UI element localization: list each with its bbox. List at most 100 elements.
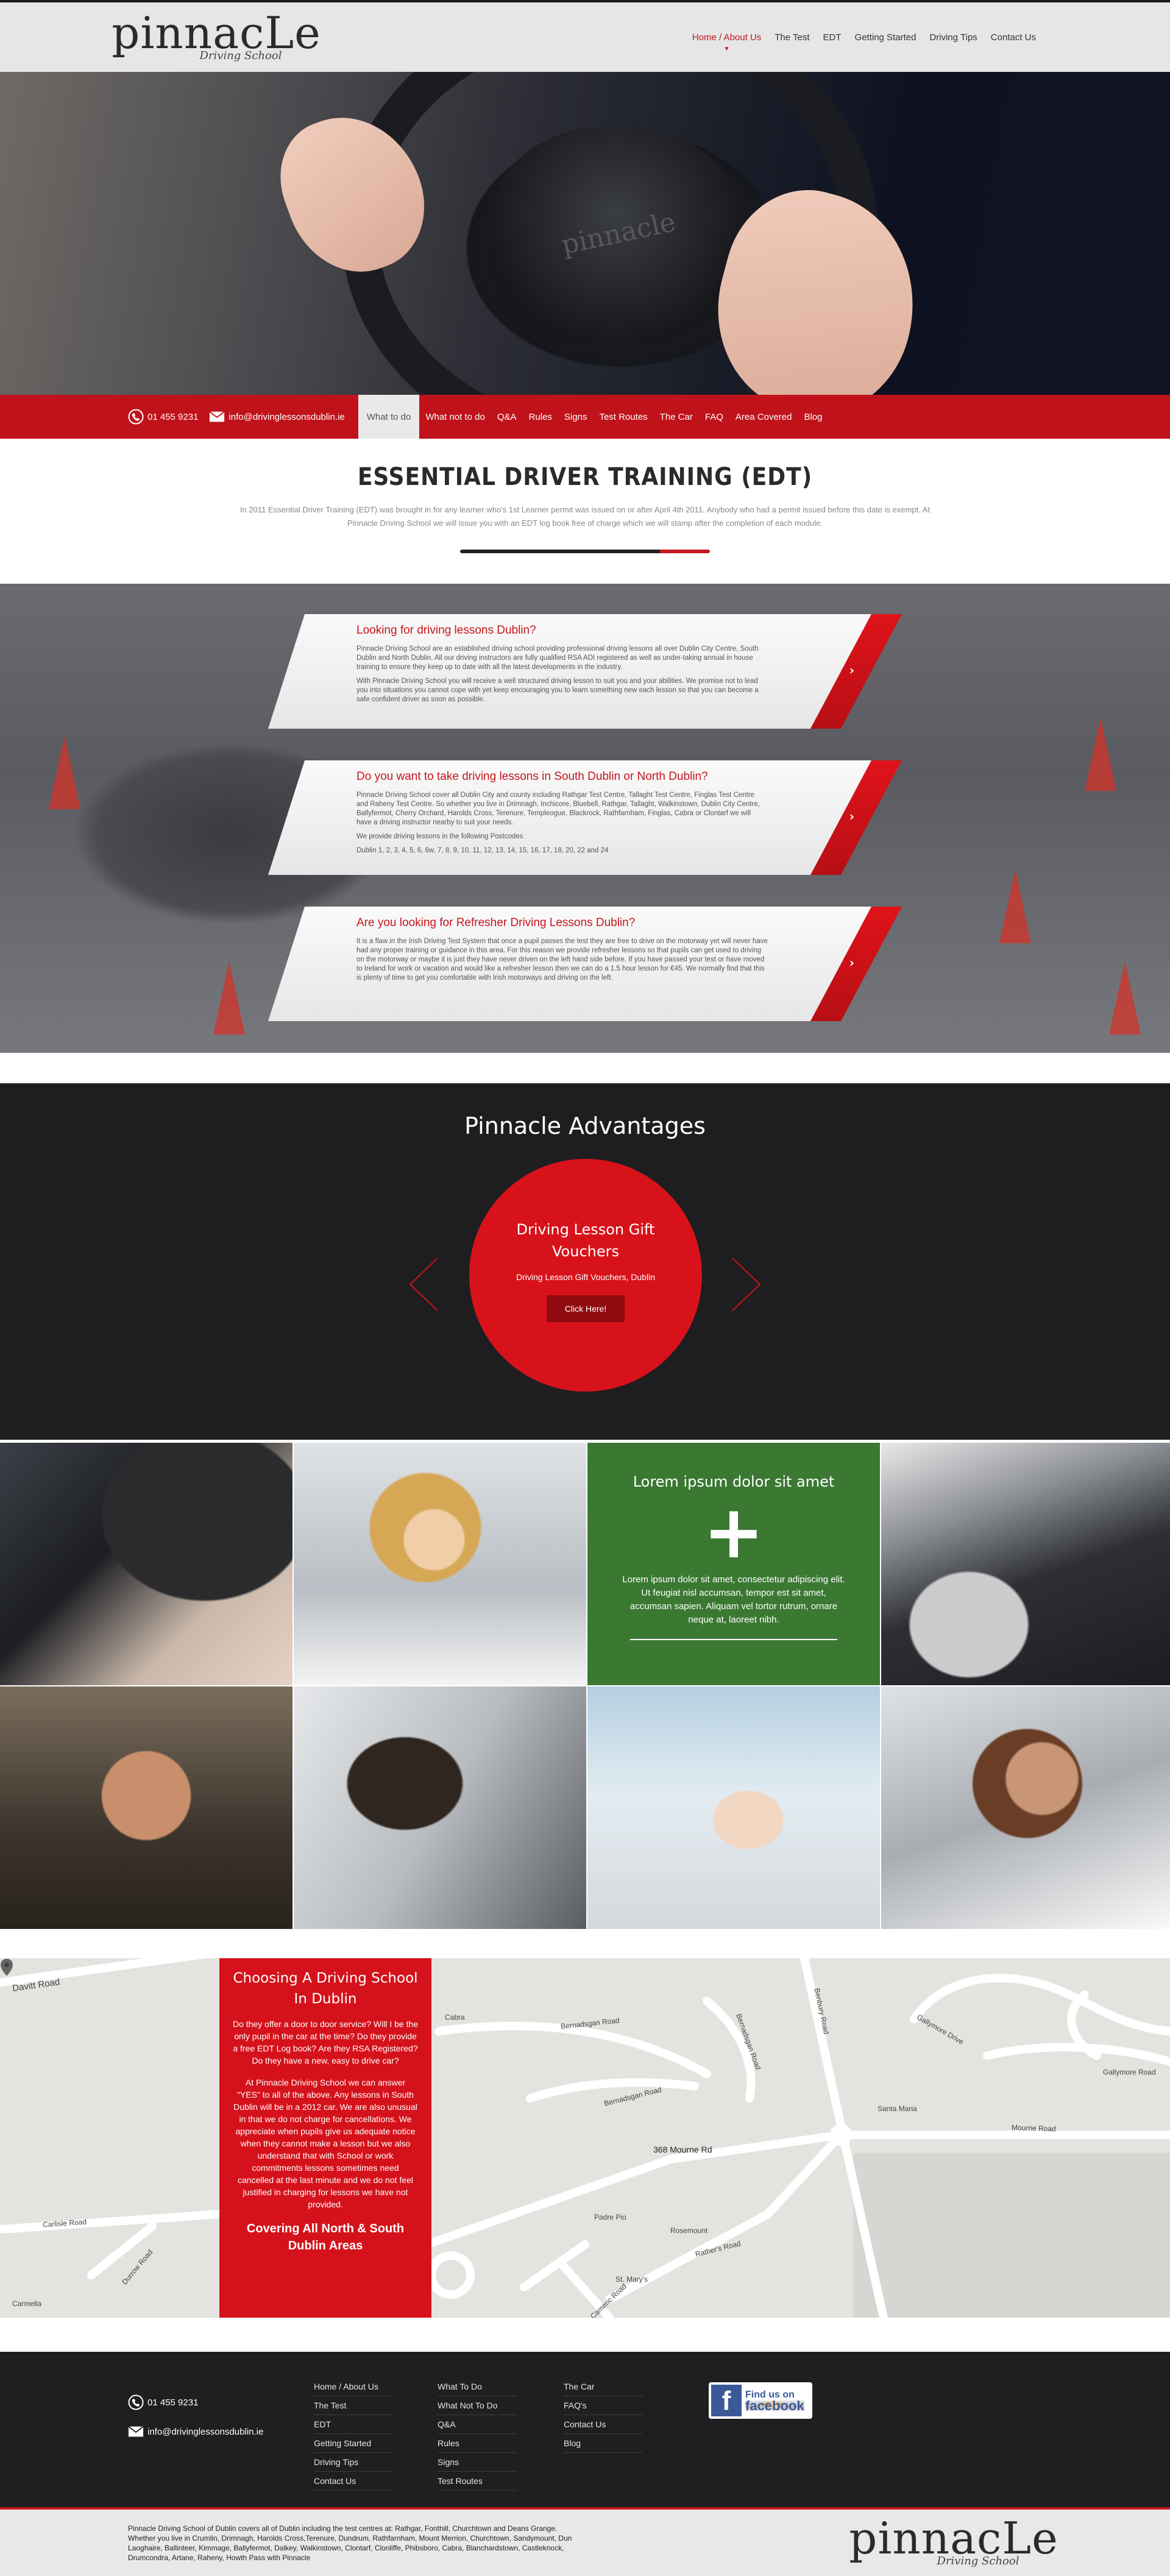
coverage-text: Pinnacle Driving School of Dublin covers…	[128, 2524, 572, 2562]
logo[interactable]: pinnacLe Driving School	[112, 11, 321, 62]
chevron-right-icon[interactable]	[731, 1257, 762, 1312]
nav-getting-started[interactable]: Getting Started	[855, 32, 916, 43]
subnav-rules[interactable]: Rules	[523, 395, 558, 439]
phone-icon	[128, 409, 144, 425]
footer-link[interactable]: What To Do	[438, 2377, 517, 2396]
edt-section: Essential Driver Training (EDT) In 2011 …	[0, 439, 1170, 584]
logo-wordmark: pinnacLe	[112, 7, 321, 58]
cone-image	[49, 736, 80, 809]
subnav-area-covered[interactable]: Area Covered	[729, 395, 798, 439]
subnav-the-car[interactable]: The Car	[654, 395, 699, 439]
map-label: Carmella	[12, 2299, 42, 2308]
gallery-photo[interactable]	[881, 1443, 1170, 1685]
advantages-section: Pinnacle Advantages Driving Lesson Gift …	[0, 1083, 1170, 1440]
gallery-photo[interactable]	[294, 1686, 586, 1929]
envelope-icon	[128, 2424, 144, 2440]
gallery-photo[interactable]	[294, 1443, 586, 1685]
gallery-photo[interactable]	[0, 1686, 292, 1929]
footer-email-address: info@drivinglessonsdublin.ie	[147, 2426, 264, 2437]
footer-link[interactable]: Q&A	[438, 2415, 517, 2434]
steering-wheel-hub: pinnacle	[488, 127, 743, 346]
click-here-button[interactable]: Click Here!	[546, 1295, 625, 1322]
logo-wordmark: pinnacLe	[849, 2513, 1058, 2564]
subnav-faq[interactable]: FAQ	[699, 395, 729, 439]
lesson-panel: Are you looking for Refresher Driving Le…	[268, 907, 902, 1021]
footer-link[interactable]: What Not To Do	[438, 2396, 517, 2415]
chevron-right-icon[interactable]: ›	[849, 809, 854, 824]
chevron-right-icon[interactable]: ›	[849, 663, 854, 678]
lesson-text: Pinnacle Driving School cover all Dublin…	[356, 791, 760, 826]
footer-link[interactable]: Blog	[564, 2434, 643, 2453]
plus-icon[interactable]: +	[621, 1496, 846, 1569]
footer-link[interactable]: FAQ's	[564, 2396, 643, 2415]
phone-number: 01 455 9231	[147, 411, 199, 422]
choosing-school-box: Choosing A Driving School In Dublin Do t…	[219, 1958, 431, 2318]
wheel-brand-text: pinnacle	[558, 206, 679, 261]
title-divider	[460, 550, 710, 553]
facebook-line-2: facebook	[745, 2398, 804, 2413]
facebook-text: Find us on facebook	[745, 2390, 804, 2413]
facebook-badge[interactable]: f Find us on facebook	[709, 2382, 812, 2419]
subnav-what-not-to-do[interactable]: What not to do	[419, 395, 491, 439]
phone-contact[interactable]: 01 455 9231	[128, 409, 198, 425]
footer-link[interactable]: Home / About Us	[314, 2377, 393, 2396]
footer-link[interactable]: Signs	[438, 2453, 517, 2472]
footer-phone[interactable]: 01 455 9231	[128, 2394, 263, 2410]
logo-tagline: Driving School	[199, 49, 282, 62]
footer-link[interactable]: Contact Us	[314, 2472, 393, 2491]
footer-link[interactable]: Driving Tips	[314, 2453, 393, 2472]
hero-banner: pinnacle	[0, 72, 1170, 395]
slide-title: Driving Lesson Gift Vouchers	[516, 1221, 655, 1260]
site-header: pinnacLe Driving School Home / About Us …	[0, 0, 1170, 72]
gallery-photo-hover[interactable]: Lorem ipsum dolor sit amet + Lorem ipsum…	[587, 1443, 880, 1685]
nav-home[interactable]: Home / About Us	[692, 32, 761, 43]
map-label: St. Mary's	[615, 2275, 648, 2284]
lesson-text: We provide driving lessons in the follow…	[356, 833, 523, 840]
contact-bar: 01 455 9231 info@drivinglessonsdublin.ie…	[0, 395, 1170, 439]
site-footer: 01 455 9231 info@drivinglessonsdublin.ie…	[0, 2352, 1170, 2507]
nav-edt[interactable]: EDT	[823, 32, 842, 43]
gallery-photo[interactable]	[587, 1686, 880, 1929]
footer-link[interactable]: Contact Us	[564, 2415, 643, 2434]
gallery-photo[interactable]	[0, 1443, 292, 1685]
footer-link[interactable]: EDT	[314, 2415, 393, 2434]
slide-text: Driving Lesson Gift Vouchers, Dublin	[516, 1272, 655, 1282]
footer-link[interactable]: The Car	[564, 2377, 643, 2396]
main-nav: Home / About Us The Test EDT Getting Sta…	[692, 32, 1036, 43]
gallery-photo[interactable]	[881, 1686, 1170, 1929]
footer-link[interactable]: The Test	[314, 2396, 393, 2415]
footer-link[interactable]: Getting Started	[314, 2434, 393, 2453]
map-label: Padre Pio	[594, 2213, 626, 2221]
email-contact[interactable]: info@drivinglessonsdublin.ie	[209, 409, 345, 425]
nav-the-test[interactable]: The Test	[775, 32, 809, 43]
nav-driving-tips[interactable]: Driving Tips	[929, 32, 977, 43]
cone-image	[999, 870, 1031, 943]
choosing-answer: At Pinnacle Driving School we can answer…	[233, 2078, 417, 2209]
lesson-card: Are you looking for Refresher Driving Le…	[268, 907, 871, 1021]
map-label: Cabra	[445, 2013, 465, 2022]
map-pin-icon[interactable]	[0, 1958, 13, 1976]
footer-logo[interactable]: pinnacLe Driving School	[849, 2516, 1058, 2567]
lesson-title: Do you want to take driving lessons in S…	[356, 770, 708, 783]
map-label: Santa Maria	[878, 2104, 917, 2113]
subnav-signs[interactable]: Signs	[558, 395, 594, 439]
nav-contact-us[interactable]: Contact Us	[991, 32, 1036, 43]
lesson-title: Are you looking for Refresher Driving Le…	[356, 916, 636, 929]
map-image[interactable]	[0, 1958, 1170, 2318]
footer-link[interactable]: Rules	[438, 2434, 517, 2453]
subnav-test-routes[interactable]: Test Routes	[593, 395, 653, 439]
overlay-title: Lorem ipsum dolor sit amet	[633, 1473, 835, 1490]
lesson-text: Dublin 1, 2, 3, 4, 5, 6, 6w, 7, 8, 9, 10…	[356, 847, 609, 854]
chevron-left-icon[interactable]	[408, 1257, 439, 1312]
subnav-what-to-do[interactable]: What to do	[358, 395, 420, 439]
map-section: Davitt Road Cabra Bernadsgan Road Bernad…	[0, 1958, 1170, 2318]
subnav-qa[interactable]: Q&A	[491, 395, 523, 439]
map-label: Mourne Road	[1011, 2123, 1056, 2134]
footer-email[interactable]: info@drivinglessonsdublin.ie	[128, 2424, 263, 2440]
map-label: Rosemount	[670, 2226, 708, 2235]
overlay-text: Lorem ipsum dolor sit amet, consectetur …	[622, 1574, 845, 1625]
footer-link[interactable]: Test Routes	[438, 2472, 517, 2491]
subnav-blog[interactable]: Blog	[798, 395, 828, 439]
photo-gallery: Lorem ipsum dolor sit amet + Lorem ipsum…	[0, 1443, 1170, 1929]
chevron-right-icon[interactable]: ›	[849, 955, 854, 970]
